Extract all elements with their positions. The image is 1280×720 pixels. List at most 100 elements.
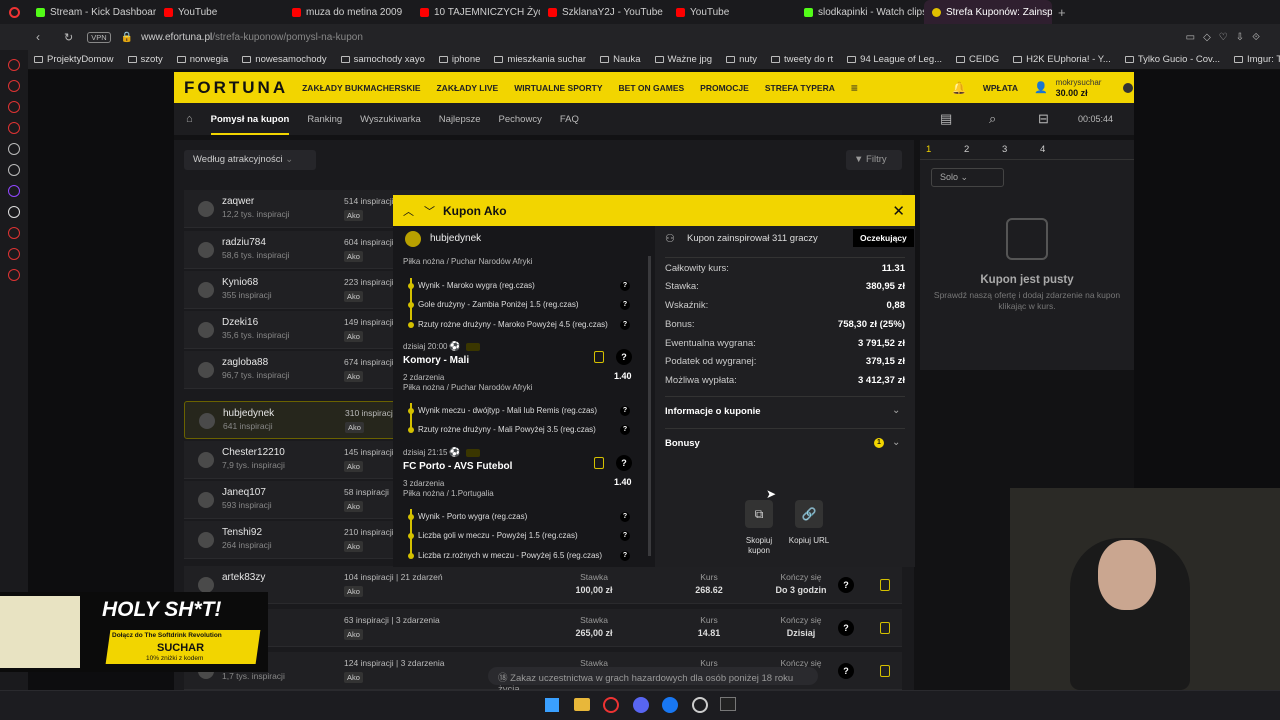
- betslip-tab-3[interactable]: 3: [996, 144, 1034, 155]
- row-username[interactable]: Chester12210: [222, 447, 285, 458]
- bonus-section-toggle[interactable]: Bonusy: [665, 438, 700, 449]
- nav-zaklady-live[interactable]: ZAKŁADY LIVE: [436, 83, 498, 93]
- bookmark-item[interactable]: Nauka: [600, 54, 641, 65]
- coupon-icon[interactable]: ▤: [940, 111, 952, 127]
- sidebar-app-icon[interactable]: [8, 227, 20, 239]
- info-button[interactable]: ?: [838, 577, 854, 593]
- tab-youtube[interactable]: YouTube: [156, 0, 284, 24]
- sidebar-app-icon[interactable]: [8, 80, 20, 92]
- file-explorer-icon[interactable]: [574, 698, 590, 711]
- twitch-icon[interactable]: [8, 185, 20, 197]
- info-button[interactable]: ?: [620, 551, 630, 561]
- copy-coupon-button[interactable]: ⧉: [745, 500, 773, 528]
- tab-slodkapinki[interactable]: slodkapinki - Watch clips: [796, 0, 924, 24]
- row-username[interactable]: hubjedynek: [223, 408, 274, 419]
- info-button[interactable]: ?: [616, 455, 632, 471]
- bookmark-item[interactable]: mieszkania suchar: [494, 54, 586, 65]
- sidebar-app-icon[interactable]: [8, 101, 20, 113]
- x-icon[interactable]: [8, 206, 20, 218]
- tab-muza[interactable]: muza do metina 2009: [284, 0, 412, 24]
- windows-start-icon[interactable]: [545, 698, 559, 712]
- betslip-tab-1[interactable]: 1: [920, 144, 958, 155]
- sidebar-app-icon[interactable]: [8, 248, 20, 260]
- terminal-icon[interactable]: [720, 697, 736, 711]
- scan-icon[interactable]: ⊟: [1038, 111, 1049, 127]
- facebook-icon[interactable]: [662, 697, 678, 713]
- opera-logo-icon[interactable]: [0, 6, 28, 18]
- tab-szklana[interactable]: SzklanaY2J - YouTube: [540, 0, 668, 24]
- filters-button[interactable]: ▼ Filtry: [846, 150, 902, 170]
- betslip-mode-select[interactable]: Solo ⌄: [931, 168, 1004, 187]
- url-field[interactable]: www.efortuna.pl/strefa-kuponow/pomysl-na…: [141, 32, 363, 43]
- bookmark-item[interactable]: iphone: [438, 54, 480, 65]
- nav-strefa-typera[interactable]: STREFA TYPERA: [765, 83, 835, 93]
- bookmark-item[interactable]: samochody xayo: [340, 54, 425, 65]
- tab-tajemniczych[interactable]: 10 TAJEMNICZYCH Żydów: [412, 0, 540, 24]
- obs-icon[interactable]: [692, 697, 708, 713]
- tab-kick-dashboard[interactable]: Stream - Kick Dashboard: [28, 0, 156, 24]
- row-username[interactable]: Janeq107: [222, 487, 266, 498]
- betslip-tab-4[interactable]: 4: [1034, 144, 1072, 155]
- table-row[interactable]: ...763 inspiracji | 3 zdarzeniaAkoStawka…: [184, 609, 902, 647]
- bookmark-item[interactable]: szoty: [127, 54, 163, 65]
- sidebar-app-icon[interactable]: [8, 164, 20, 176]
- info-button[interactable]: ?: [620, 281, 630, 291]
- subnav-pechowcy[interactable]: Pechowcy: [499, 114, 542, 125]
- bookmark-item[interactable]: Tylko Gucio - Cov...: [1124, 54, 1220, 65]
- event-teams[interactable]: Komory - Mali: [403, 355, 469, 366]
- chevron-down-icon[interactable]: ⌄: [892, 405, 900, 416]
- opera-taskbar-icon[interactable]: [603, 697, 619, 713]
- copy-icon[interactable]: [880, 579, 890, 591]
- chevron-up-icon[interactable]: ︿: [403, 203, 414, 219]
- info-button[interactable]: ?: [620, 300, 630, 310]
- bookmark-item[interactable]: H2K EUphoria! - Y...: [1013, 54, 1111, 65]
- copy-icon[interactable]: [594, 351, 604, 363]
- subnav-wyszukiwarka[interactable]: Wyszukiwarka: [360, 114, 421, 125]
- subnav-najlepsze[interactable]: Najlepsze: [439, 114, 481, 125]
- subnav-ranking[interactable]: Ranking: [307, 114, 342, 125]
- fortuna-logo[interactable]: FORTUNA: [184, 78, 288, 98]
- info-button[interactable]: ?: [616, 349, 632, 365]
- info-button[interactable]: ?: [620, 320, 630, 330]
- subnav-faq[interactable]: FAQ: [560, 114, 579, 125]
- reload-icon[interactable]: ↻: [64, 31, 73, 44]
- event-teams[interactable]: FC Porto - AVS Futebol: [403, 461, 512, 472]
- row-username[interactable]: zagloba88: [222, 357, 268, 368]
- sidebar-app-icon[interactable]: [8, 143, 20, 155]
- tab-strefa-kuponow[interactable]: Strefa Kuponów: Zainspiru: [924, 0, 1052, 24]
- bookmark-item[interactable]: CEIDG: [956, 54, 999, 65]
- new-tab-button[interactable]: +: [1058, 5, 1066, 20]
- row-username[interactable]: Tenshi92: [222, 527, 262, 538]
- bell-icon[interactable]: 🔔: [952, 81, 967, 95]
- row-username[interactable]: Kynio68: [222, 277, 258, 288]
- chevron-down-icon[interactable]: ⌄: [892, 437, 900, 448]
- info-button[interactable]: ?: [620, 406, 630, 416]
- subnav-pomysl-na-kupon[interactable]: Pomysł na kupon: [210, 104, 290, 135]
- nav-bet-on-games[interactable]: BET ON GAMES: [619, 83, 685, 93]
- home-icon[interactable]: ⌂: [186, 113, 193, 125]
- sidebar-app-icon[interactable]: [8, 122, 20, 134]
- nav-promocje[interactable]: PROMOCJE: [700, 83, 749, 93]
- chevron-down-icon[interactable]: ﹀: [424, 203, 435, 219]
- bookmark-item[interactable]: nowesamochody: [242, 54, 327, 65]
- copy-icon[interactable]: [594, 457, 604, 469]
- bookmark-item[interactable]: nuty: [726, 54, 757, 65]
- row-username[interactable]: Dzeki16: [222, 317, 258, 328]
- sidebar-app-icon[interactable]: [8, 59, 20, 71]
- nav-wirtualne-sporty[interactable]: WIRTUALNE SPORTY: [514, 83, 602, 93]
- nav-zaklady-bukmacherskie[interactable]: ZAKŁADY BUKMACHERSKIE: [302, 83, 420, 93]
- copy-url-button[interactable]: 🔗: [795, 500, 823, 528]
- hide-balance-icon[interactable]: [1123, 82, 1134, 93]
- coupon-author[interactable]: hubjedynek: [430, 233, 481, 244]
- browser-toolbar-icons[interactable]: ▭◇♡⇩⟐: [1186, 32, 1268, 43]
- copy-icon[interactable]: [880, 622, 890, 634]
- info-button[interactable]: ?: [838, 620, 854, 636]
- account-info[interactable]: mokrysuchar 30.00 zł: [1056, 78, 1102, 98]
- info-button[interactable]: ?: [838, 663, 854, 679]
- sort-dropdown[interactable]: Według atrakcyjności ⌄: [184, 150, 316, 170]
- table-row[interactable]: artek83zy 104 inspiracji | 21 zdarzeń Ako S…: [184, 566, 902, 604]
- betslip-tab-2[interactable]: 2: [958, 144, 996, 155]
- tab-youtube-2[interactable]: YouTube: [668, 0, 796, 24]
- bookmark-item[interactable]: Imgur: The most a...: [1234, 54, 1280, 65]
- row-username[interactable]: radziu784: [222, 237, 266, 248]
